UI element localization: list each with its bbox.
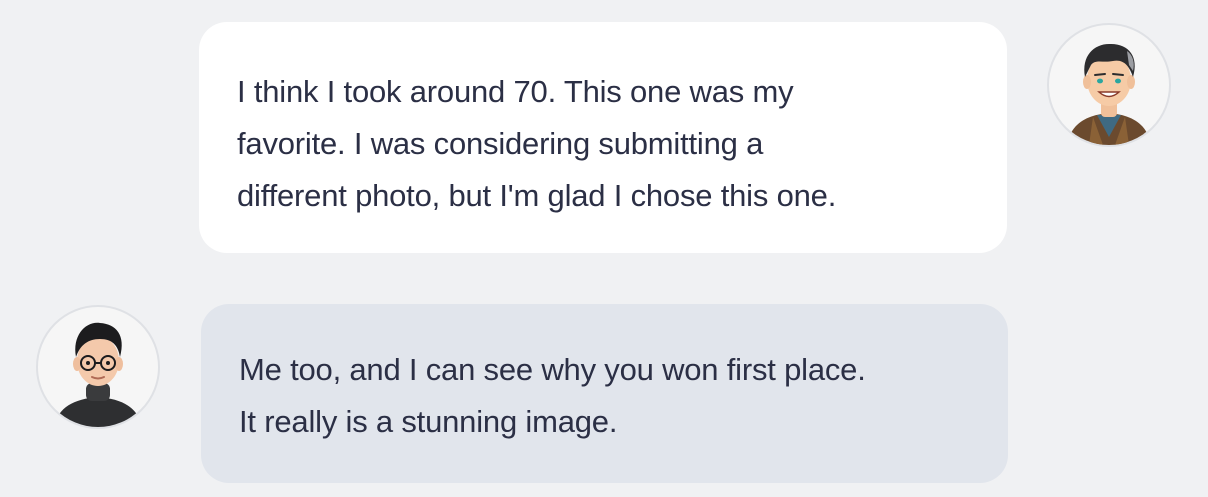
man-with-jacket-avatar-icon [1067,43,1151,145]
man-with-glasses-avatar-icon [54,322,142,427]
message-text-line: I think I took around 70. This one was m… [237,74,794,109]
user-avatar-recipient[interactable] [36,305,160,429]
message-text-line: different photo, but I'm glad I chose th… [237,178,837,213]
message-text-line: Me too, and I can see why you won first … [239,352,866,387]
message-bubble-sent: I think I took around 70. This one was m… [199,22,1007,253]
message-text-line: favorite. I was considering submitting a [237,126,764,161]
user-avatar-sender[interactable] [1047,23,1171,147]
message-bubble-received: Me too, and I can see why you won first … [201,304,1008,483]
message-text-line: It really is a stunning image. [239,404,618,439]
